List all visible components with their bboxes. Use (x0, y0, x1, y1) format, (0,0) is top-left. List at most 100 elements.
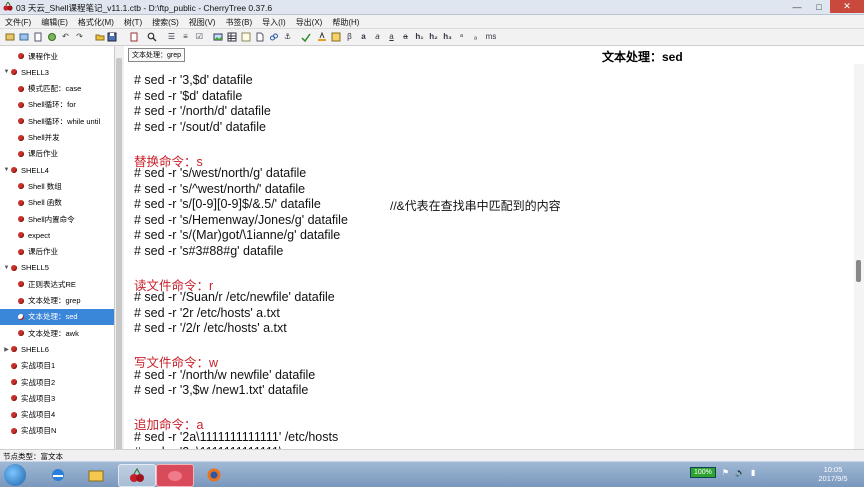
tree-node[interactable]: 课程作业 (0, 48, 114, 64)
add-subnode-icon[interactable] (18, 31, 29, 42)
undo-icon[interactable]: ↶ (60, 31, 71, 42)
tree-node[interactable]: 文本处理：awk (0, 325, 114, 341)
battery-indicator[interactable]: 100% (690, 467, 716, 478)
menu-export[interactable]: 导出(X) (291, 15, 328, 28)
tree-node[interactable]: 课后作业 (0, 146, 114, 162)
numbered-list-icon[interactable]: ≡ (180, 31, 191, 42)
cherry-node-icon (18, 330, 24, 337)
heading1-icon[interactable]: h₁ (414, 31, 425, 42)
node-properties-icon[interactable] (46, 31, 57, 42)
foreground-color-icon[interactable] (316, 31, 327, 42)
ie-taskbar-icon[interactable] (40, 464, 76, 485)
tree-node[interactable]: expect (0, 227, 114, 243)
tree-node-label: 课后作业 (28, 149, 58, 159)
expander-expanded-icon[interactable]: ▼ (2, 69, 11, 75)
tree-node[interactable]: Shell内置命令 (0, 211, 114, 227)
tree-node-label: Shell循环：for (28, 100, 76, 110)
firefox-taskbar-icon[interactable] (196, 464, 232, 485)
menu-search[interactable]: 搜索(S) (147, 15, 184, 28)
media-taskbar-icon[interactable] (156, 464, 194, 487)
network-icon[interactable]: ▮ (751, 468, 755, 477)
open-folder-icon[interactable] (94, 31, 105, 42)
command-line: # sed -r 's/west/north/g' datafile (134, 166, 307, 180)
tree-node[interactable]: 实战项目3 (0, 390, 114, 406)
insert-codebox-icon[interactable] (240, 31, 251, 42)
explorer-taskbar-icon[interactable] (78, 464, 114, 485)
tree-node[interactable]: ▼ SHELL5 (0, 260, 114, 276)
system-clock[interactable]: 10:05 2017/9/5 (808, 465, 858, 483)
tree-node[interactable]: ▼ SHELL4 (0, 162, 114, 178)
background-color-icon[interactable] (330, 31, 341, 42)
rich-text-editor[interactable]: # sed -r '3,$d' datafile # sed -r '$d' da… (124, 64, 854, 461)
maximize-button[interactable]: □ (808, 0, 830, 13)
save-icon[interactable] (106, 31, 117, 42)
tree-scrollbar-thumb[interactable] (116, 58, 122, 458)
tree-node[interactable]: Shell 函数 (0, 195, 114, 211)
bold-a-icon[interactable]: a (358, 31, 369, 42)
subscript-icon[interactable]: ₐ (470, 31, 481, 42)
heading2-icon[interactable]: h₂ (428, 31, 439, 42)
breadcrumb[interactable]: 文本处理：grep (128, 48, 186, 62)
export-pdf-icon[interactable] (128, 31, 139, 42)
duplicate-node-icon[interactable] (32, 31, 43, 42)
expander-expanded-icon[interactable]: ▼ (2, 265, 11, 271)
tree-node[interactable]: 实战项目1 (0, 358, 114, 374)
insert-image-icon[interactable] (212, 31, 223, 42)
underline-icon[interactable]: a (386, 31, 397, 42)
editor-scrollbar[interactable] (854, 64, 864, 461)
bold-icon[interactable]: ꞵ (344, 31, 355, 42)
tree-node[interactable]: 实战项目2 (0, 374, 114, 390)
tree-node[interactable]: 实战项目N (0, 423, 114, 439)
tree-node[interactable]: ▶ SHELL6 (0, 341, 114, 357)
tree-node[interactable]: 模式匹配：case (0, 81, 114, 97)
menu-format[interactable]: 格式化(M) (73, 15, 119, 28)
insert-table-icon[interactable] (226, 31, 237, 42)
tree-node[interactable]: Shell循环：while until (0, 113, 114, 129)
strikethrough-icon[interactable]: a (400, 31, 411, 42)
menu-import[interactable]: 导入(I) (257, 15, 291, 28)
insert-anchor-icon[interactable]: ⚓ (282, 31, 293, 42)
tree-node[interactable]: Shell 数组 (0, 178, 114, 194)
expander-collapsed-icon[interactable]: ▶ (2, 346, 11, 353)
tree-node[interactable]: ▼ SHELL3 (0, 64, 114, 80)
tree-node[interactable]: 课后作业 (0, 244, 114, 260)
tree-node-label: Shell内置命令 (28, 214, 75, 224)
insert-file-icon[interactable] (254, 31, 265, 42)
tree-node-selected[interactable]: 文本处理：sed (0, 308, 114, 325)
cherrytree-taskbar-icon[interactable] (118, 464, 156, 487)
menu-help[interactable]: 帮助(H) (327, 15, 364, 28)
monospace-icon[interactable]: ms (484, 31, 498, 42)
superscript-icon[interactable]: ᵃ (456, 31, 467, 42)
menu-tree[interactable]: 树(T) (119, 15, 147, 28)
spellcheck-icon[interactable] (300, 31, 311, 42)
tree-node[interactable]: Shell循环：for (0, 97, 114, 113)
expander-expanded-icon[interactable]: ▼ (2, 167, 11, 173)
notification-flag-icon[interactable]: ⚑ (722, 468, 729, 477)
insert-link-icon[interactable] (268, 31, 279, 42)
menu-bookmarks[interactable]: 书签(B) (220, 15, 257, 28)
minimize-button[interactable]: — (786, 0, 808, 13)
search-icon[interactable] (146, 31, 157, 42)
command-line: # sed -r 's#3#88#g' datafile (134, 243, 284, 258)
menu-edit[interactable]: 编辑(E) (36, 15, 73, 28)
todo-list-icon[interactable]: ☑ (194, 31, 205, 42)
add-node-icon[interactable] (4, 31, 15, 42)
tree-node[interactable]: 文本处理：grep (0, 293, 114, 309)
start-button[interactable] (4, 464, 26, 486)
cherry-node-icon (18, 297, 24, 304)
editor-scrollbar-thumb[interactable] (856, 260, 861, 282)
tree-node-label: SHELL5 (21, 263, 49, 273)
redo-icon[interactable]: ↷ (74, 31, 85, 42)
tree-node-label: 实战项目2 (21, 377, 56, 387)
tree-node[interactable]: 正则表达式RE (0, 276, 114, 292)
heading3-icon[interactable]: h₃ (442, 31, 453, 42)
italic-icon[interactable]: a (372, 31, 383, 42)
tree-node[interactable]: Shell并发 (0, 130, 114, 146)
bulleted-list-icon[interactable]: ☰ (166, 31, 177, 42)
menu-file[interactable]: 文件(F) (0, 15, 36, 28)
volume-icon[interactable]: 🔈 (735, 468, 745, 477)
close-button[interactable]: ✕ (830, 0, 864, 13)
menu-view[interactable]: 视图(V) (184, 15, 221, 28)
cherry-node-icon (18, 313, 24, 320)
tree-node[interactable]: 实战项目4 (0, 407, 114, 423)
